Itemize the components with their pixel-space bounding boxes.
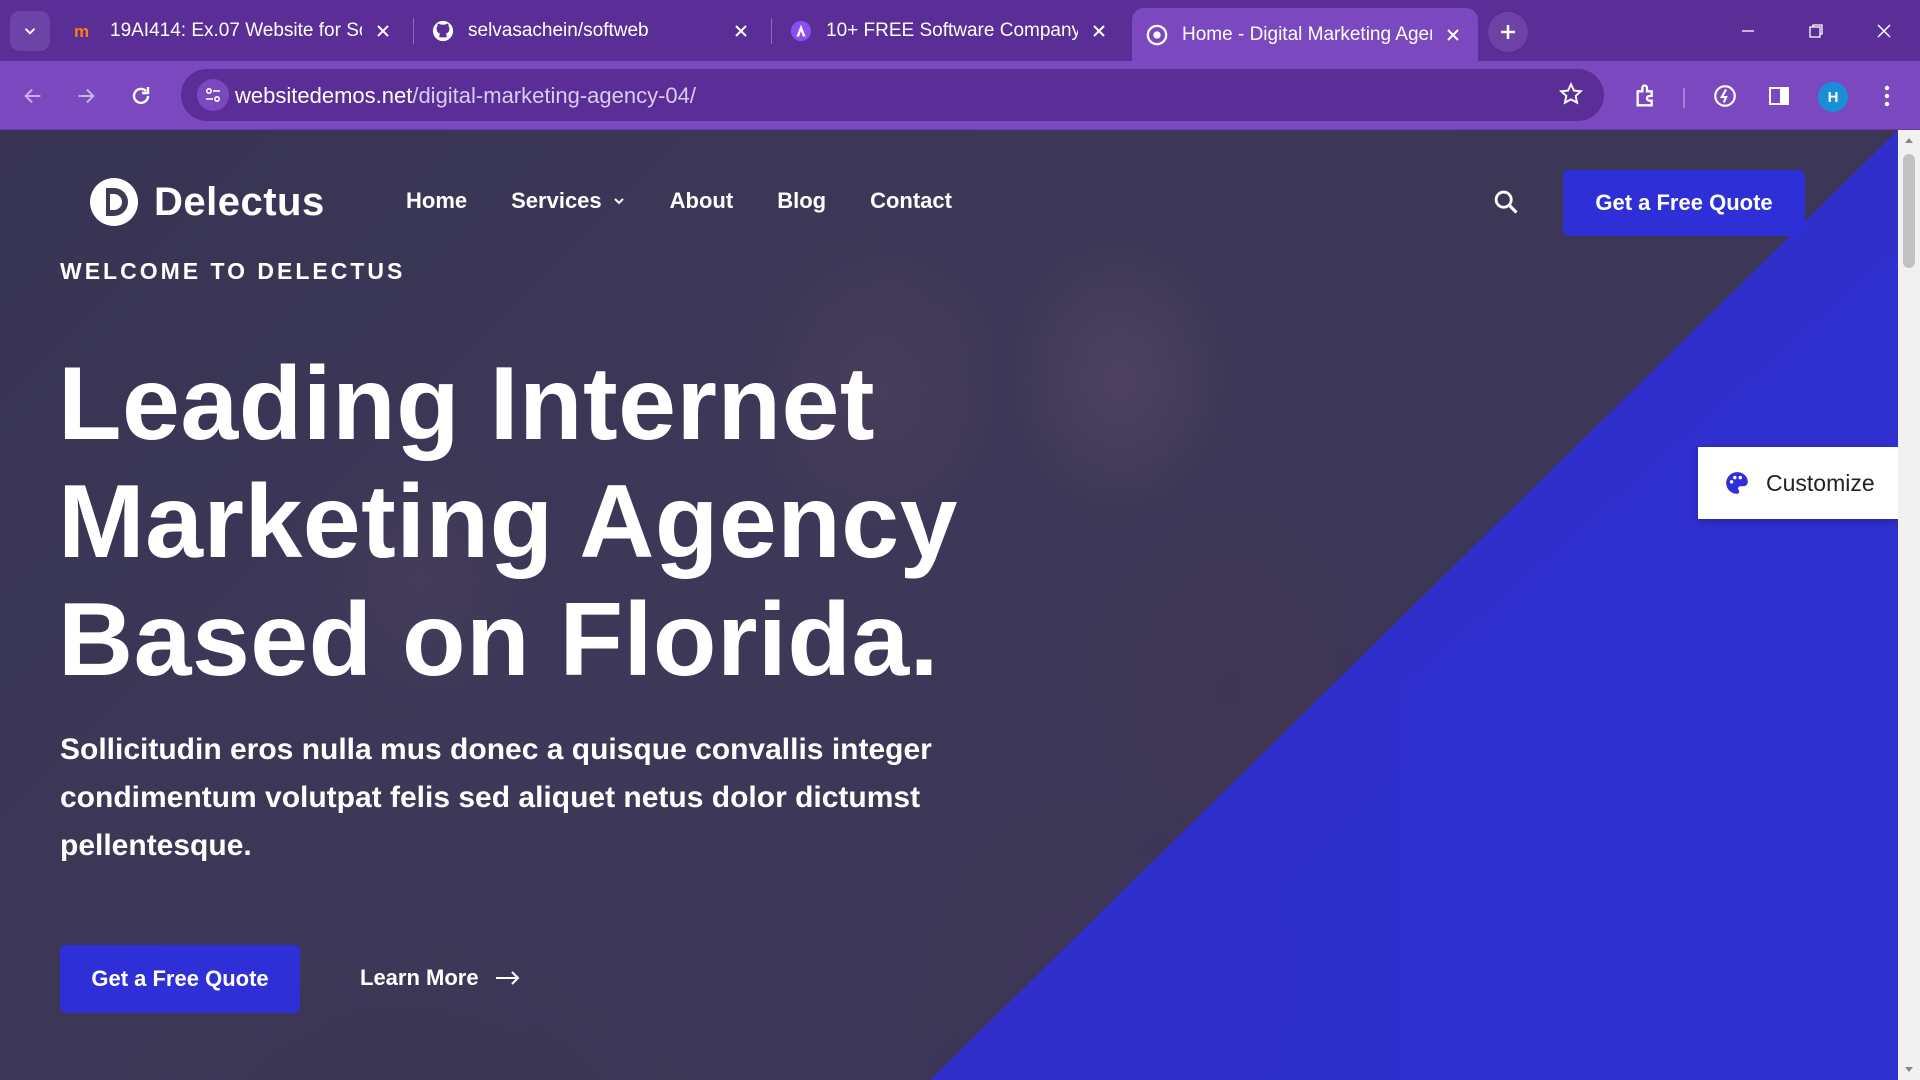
nav-services-label: Services <box>511 188 602 213</box>
tab-separator <box>413 18 414 44</box>
tab-moodle[interactable]: m 19AI414: Ex.07 Website for Soft <box>60 9 408 53</box>
tab-title: Home - Digital Marketing Agen <box>1182 23 1432 45</box>
minimize-icon <box>1742 29 1754 32</box>
customize-label: Customize <box>1766 469 1875 496</box>
learn-more-label: Learn More <box>360 965 479 990</box>
headline-line: Marketing Agency <box>58 464 958 580</box>
browser-toolbar: websitedemos.net/digital-marketing-agenc… <box>0 61 1920 130</box>
arrow-right-icon <box>78 88 95 104</box>
palette-icon <box>1726 472 1748 494</box>
tab-digital-marketing[interactable]: Home - Digital Marketing Agen <box>1132 8 1478 61</box>
tab-title: 10+ FREE Software Company W <box>826 20 1078 41</box>
customize-button[interactable]: Customize <box>1698 447 1898 519</box>
bookmark-star-icon[interactable] <box>1558 81 1584 112</box>
address-bar[interactable]: websitedemos.net/digital-marketing-agenc… <box>181 69 1604 121</box>
restore-icon <box>1809 23 1823 38</box>
scroll-up-icon[interactable] <box>1898 130 1920 150</box>
svg-text:m: m <box>74 22 89 40</box>
page-viewport: Delectus Home Services About Blog Contac… <box>0 130 1898 1080</box>
headline-line: Leading Internet <box>58 346 875 462</box>
chevron-down-icon <box>24 28 36 35</box>
astra-icon <box>790 20 812 42</box>
close-icon[interactable] <box>1088 20 1110 42</box>
restore-button[interactable] <box>1782 0 1850 61</box>
forward-button[interactable] <box>66 76 106 116</box>
performance-icon[interactable] <box>1708 79 1742 113</box>
side-panel-icon[interactable] <box>1762 79 1796 113</box>
close-icon[interactable] <box>730 20 752 42</box>
hero-quote-button[interactable]: Get a Free Quote <box>60 945 300 1013</box>
reload-icon <box>132 87 150 105</box>
github-icon <box>432 20 454 42</box>
tab-separator <box>771 18 772 44</box>
close-icon <box>1877 23 1891 38</box>
learn-more-link[interactable]: Learn More <box>360 965 521 991</box>
brand-name: Delectus <box>154 179 325 224</box>
back-button[interactable] <box>13 76 53 116</box>
url-text[interactable]: websitedemos.net/digital-marketing-agenc… <box>235 83 696 109</box>
search-icon[interactable] <box>1490 186 1522 218</box>
browser-tab-bar: m 19AI414: Ex.07 Website for Soft selvas… <box>0 0 1920 61</box>
toolbar-divider <box>1683 88 1685 108</box>
delectus-logo-icon <box>90 178 138 226</box>
site-icon <box>1146 24 1168 46</box>
scrollbar-thumb[interactable] <box>1903 154 1915 268</box>
nav-contact[interactable]: Contact <box>870 188 952 214</box>
main-nav: Home Services About Blog Contact <box>406 188 996 214</box>
headline-line: Based on Florida. <box>58 582 940 698</box>
hero-lead-text: Sollicitudin eros nulla mus donec a quis… <box>60 733 932 862</box>
close-icon[interactable] <box>1442 24 1464 46</box>
url-host: websitedemos.net <box>235 83 413 108</box>
reload-button[interactable] <box>121 76 161 116</box>
hero-headline: Leading Internet Marketing Agency Based … <box>58 345 1018 699</box>
profile-avatar[interactable]: H <box>1818 82 1848 112</box>
tab-github[interactable]: selvasachein/softweb <box>418 9 766 53</box>
close-window-button[interactable] <box>1850 0 1918 61</box>
hero-eyebrow: WELCOME TO DELECTUS <box>60 258 406 284</box>
extensions-icon[interactable] <box>1630 79 1664 113</box>
nav-services[interactable]: Services <box>511 188 626 214</box>
nav-blog[interactable]: Blog <box>777 188 826 214</box>
header-quote-button[interactable]: Get a Free Quote <box>1563 170 1805 236</box>
close-icon[interactable] <box>372 20 394 42</box>
arrow-left-icon <box>24 88 41 104</box>
moodle-icon: m <box>74 20 96 42</box>
tab-search-button[interactable] <box>10 11 50 51</box>
site-logo[interactable]: Delectus <box>88 176 325 228</box>
nav-about[interactable]: About <box>670 188 734 214</box>
nav-home[interactable]: Home <box>406 188 467 214</box>
tab-astra[interactable]: 10+ FREE Software Company W <box>776 9 1124 53</box>
tab-title: selvasachein/softweb <box>468 20 649 41</box>
more-menu-icon[interactable] <box>1870 79 1904 113</box>
scroll-down-icon[interactable] <box>1898 1060 1920 1080</box>
chevron-down-icon <box>612 194 626 208</box>
site-settings-icon[interactable] <box>197 79 229 111</box>
url-path: /digital-marketing-agency-04/ <box>412 83 697 108</box>
minimize-button[interactable] <box>1714 0 1782 61</box>
new-tab-button[interactable] <box>1488 12 1528 52</box>
plus-icon <box>1501 25 1515 39</box>
arrow-right-icon <box>495 970 521 986</box>
tab-title: 19AI414: Ex.07 Website for Soft <box>110 20 362 41</box>
page-scrollbar[interactable] <box>1898 130 1920 1080</box>
